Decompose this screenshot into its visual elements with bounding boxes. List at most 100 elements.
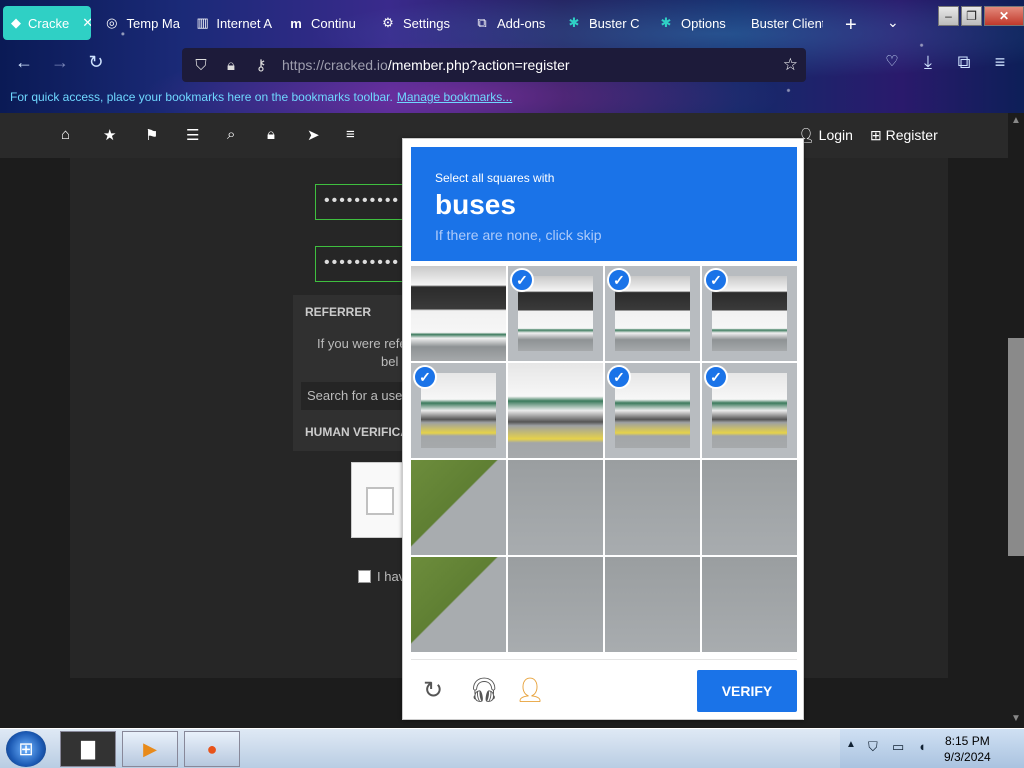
manage-bookmarks-link[interactable]: Manage bookmarks... <box>397 90 512 104</box>
agree-checkbox[interactable] <box>358 570 371 583</box>
check-icon: ✓ <box>704 365 728 389</box>
cracked-icon: ◆ <box>11 15 21 30</box>
reload-icon[interactable]: ↻ <box>84 52 108 73</box>
tab-buster[interactable]: ✱ Buster C <box>566 6 642 40</box>
captcha-tile[interactable] <box>702 460 797 555</box>
home-icon[interactable]: ⌂ <box>61 126 70 143</box>
captcha-tile[interactable]: ✓ <box>702 363 797 458</box>
menu-icon[interactable]: ≡ <box>346 126 355 143</box>
tab-label: Options <box>681 15 726 31</box>
puzzle-icon: ⧉ <box>477 15 487 30</box>
referrer-heading: REFERRER <box>305 305 372 319</box>
check-icon: ✓ <box>704 268 728 292</box>
tab-cracked[interactable]: ◆ Cracke ✕ <box>3 6 91 40</box>
captcha-tile[interactable] <box>508 557 603 652</box>
clock[interactable]: 8:15 PM 9/3/2024 <box>944 733 991 765</box>
tab-add-ons[interactable]: ⧉ Add-ons <box>474 6 554 40</box>
firefox-icon[interactable]: ● <box>184 731 240 767</box>
bookmark-star-icon[interactable]: ☆ <box>783 55 798 75</box>
minimize-button[interactable]: – <box>938 6 959 26</box>
medium-icon: m <box>290 15 302 31</box>
media-player-icon[interactable]: ▶ <box>122 731 178 767</box>
back-icon[interactable]: ← <box>12 52 36 73</box>
captcha-tile[interactable] <box>702 557 797 652</box>
buster-icon: ✱ <box>568 15 580 30</box>
lock-icon[interactable]: 🔒︎ <box>267 126 275 143</box>
tile-image <box>605 557 700 652</box>
captcha-tile[interactable] <box>605 557 700 652</box>
captcha-tile[interactable]: ✓ <box>702 266 797 361</box>
url-bar[interactable]: ⛉ 🔒︎ ⚷ https://cracked.io/member.php?act… <box>182 48 806 82</box>
key-icon: ⚷ <box>255 57 267 74</box>
register-link[interactable]: ⊞ Register <box>870 127 938 144</box>
telegram-icon[interactable]: ➤ <box>307 126 320 144</box>
captcha-tile[interactable]: ✓ <box>605 266 700 361</box>
forward-icon[interactable]: → <box>48 52 72 73</box>
tab-internet-archive[interactable]: ▥ Internet A <box>196 6 272 40</box>
start-button[interactable]: ⊞ <box>6 731 46 767</box>
clock-date: 9/3/2024 <box>944 750 991 764</box>
captcha-tile[interactable] <box>508 460 603 555</box>
tile-image <box>411 557 506 652</box>
download-icon[interactable]: ⤓ <box>916 52 940 73</box>
captcha-tile[interactable] <box>411 557 506 652</box>
extensions-icon[interactable]: ⧉ <box>952 52 976 73</box>
shield-icon: ⛉ <box>195 56 207 74</box>
headphones-icon[interactable]: 🎧︎ <box>469 676 499 705</box>
captcha-tile[interactable]: ✓ <box>605 363 700 458</box>
gear-icon: ⚙ <box>382 15 394 30</box>
info-user-icon[interactable]: 👤︎ <box>515 676 545 705</box>
url-text: https://cracked.io/member.php?action=reg… <box>282 57 570 73</box>
volume-icon[interactable]: ◖ <box>918 739 926 754</box>
lock-icon: 🔒︎ <box>227 56 235 74</box>
captcha-grid: ✓ ✓ ✓ ✓ ✓ ✓ <box>411 266 797 652</box>
monitor-icon[interactable]: ▭ <box>892 739 904 755</box>
login-link[interactable]: 👤︎ Login <box>797 127 853 144</box>
search-icon[interactable]: ⌕ <box>227 126 235 143</box>
new-tab-icon[interactable]: + <box>845 14 857 37</box>
captcha-tile[interactable] <box>508 363 603 458</box>
pocket-icon[interactable]: ♡ <box>880 52 904 70</box>
scroll-down-icon[interactable]: ▼ <box>1011 713 1021 724</box>
close-tab-icon[interactable]: ✕ <box>82 15 91 31</box>
captcha-tile[interactable]: ✓ <box>411 363 506 458</box>
tile-image <box>702 557 797 652</box>
captcha-tile[interactable] <box>605 460 700 555</box>
tab-settings[interactable]: ⚙ Settings <box>380 6 460 40</box>
scroll-up-icon[interactable]: ▲ <box>1011 115 1021 126</box>
tab-medium[interactable]: m Continu <box>288 6 364 40</box>
tray-expand-icon[interactable]: ▲ <box>846 739 856 750</box>
tile-image <box>702 460 797 555</box>
coins-icon[interactable]: ☰ <box>186 126 199 144</box>
captcha-tile[interactable] <box>411 266 506 361</box>
tab-temp-mail[interactable]: ◎ Temp Ma <box>104 6 180 40</box>
captcha-tile[interactable]: ✓ <box>508 266 603 361</box>
scrollbar-thumb[interactable] <box>1008 338 1024 556</box>
bookmarks-message: For quick access, place your bookmarks h… <box>10 90 393 104</box>
captcha-target: buses <box>435 189 516 220</box>
close-window-button[interactable]: ✕ <box>984 6 1024 26</box>
tab-options[interactable]: ✱ Options <box>658 6 738 40</box>
menu-icon[interactable]: ≡ <box>988 52 1012 73</box>
recaptcha-checkbox[interactable] <box>366 487 394 515</box>
agree-label: I hav <box>377 569 406 584</box>
verify-button[interactable]: VERIFY <box>697 670 797 712</box>
check-icon: ✓ <box>607 268 631 292</box>
flag-icon[interactable]: ⚑ <box>145 126 158 144</box>
reload-icon[interactable]: ↻ <box>423 676 443 705</box>
shield-icon[interactable]: ⛉ <box>868 739 878 755</box>
buster-icon: ✱ <box>660 15 672 30</box>
star-icon[interactable]: ★ <box>103 126 116 144</box>
tab-label: Add-ons <box>497 15 546 31</box>
captcha-footer: ↻ 🎧︎ 👤︎ VERIFY <box>411 659 797 715</box>
chevron-down-icon[interactable]: ⌄ <box>887 14 899 31</box>
tab-label: Buster Client <box>751 15 823 31</box>
restore-button[interactable]: ❐ <box>961 6 982 26</box>
page-scrollbar[interactable]: ▲ ▼ <box>1008 113 1024 728</box>
referrer-search-input[interactable]: Search for a use <box>301 382 413 410</box>
terminal-app-icon[interactable]: ▇ <box>60 731 116 767</box>
tab-buster-client[interactable]: Buster Client <box>751 6 823 40</box>
login-label: Login <box>818 127 853 143</box>
captcha-tile[interactable] <box>411 460 506 555</box>
tile-image <box>411 460 506 555</box>
